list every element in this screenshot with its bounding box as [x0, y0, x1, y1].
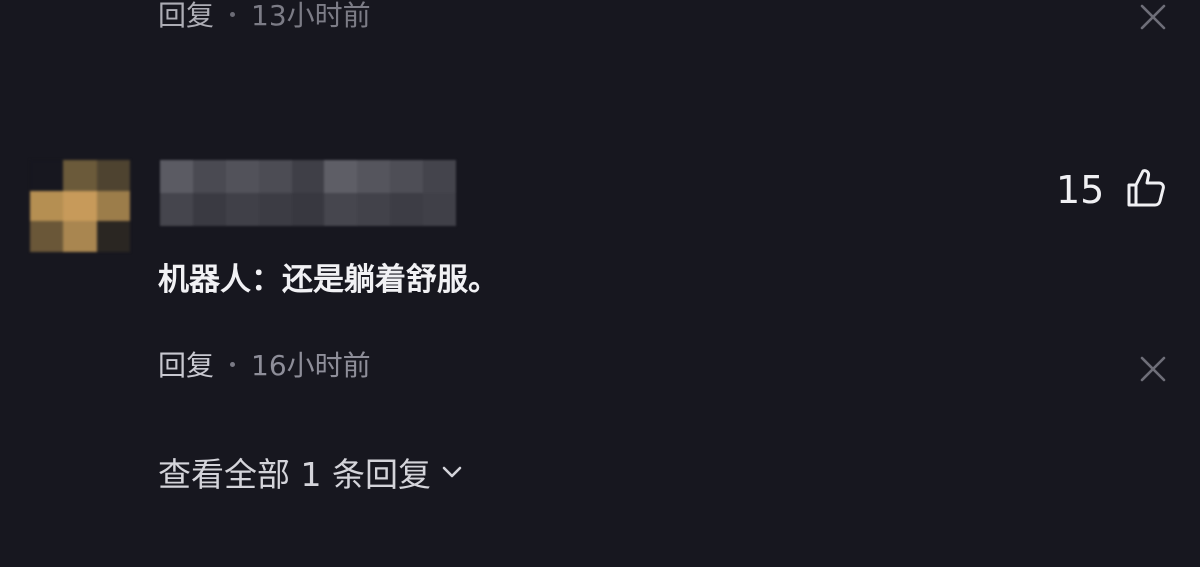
comment-text: 机器人：还是躺着舒服。	[158, 262, 499, 298]
comment-timestamp: 13小时前	[251, 0, 371, 32]
reply-button[interactable]: 回复	[158, 0, 214, 34]
comment-timestamp: 16小时前	[251, 349, 371, 382]
comment-thread: 回复 13小时前 机器人：还是躺着舒服。 15 回复 16小时前 查看全部 1 …	[0, 0, 1200, 567]
previous-comment-meta: 回复 13小时前	[158, 0, 371, 34]
view-all-replies-button[interactable]: 查看全部 1 条回复	[158, 448, 465, 496]
close-icon[interactable]	[1138, 2, 1168, 32]
reply-button[interactable]: 回复	[158, 344, 214, 384]
chevron-down-icon	[442, 466, 462, 478]
like-count: 15	[1056, 168, 1105, 212]
thumbs-up-icon[interactable]	[1124, 166, 1168, 214]
close-icon[interactable]	[1138, 354, 1168, 384]
separator-dot	[230, 11, 236, 17]
comment-meta: 回复 16小时前	[158, 344, 371, 384]
separator-dot	[230, 361, 236, 367]
username-redacted[interactable]	[160, 160, 456, 226]
like-button[interactable]: 15	[1056, 166, 1168, 214]
avatar[interactable]	[30, 160, 130, 252]
view-all-replies-label: 查看全部 1 条回复	[158, 455, 431, 494]
